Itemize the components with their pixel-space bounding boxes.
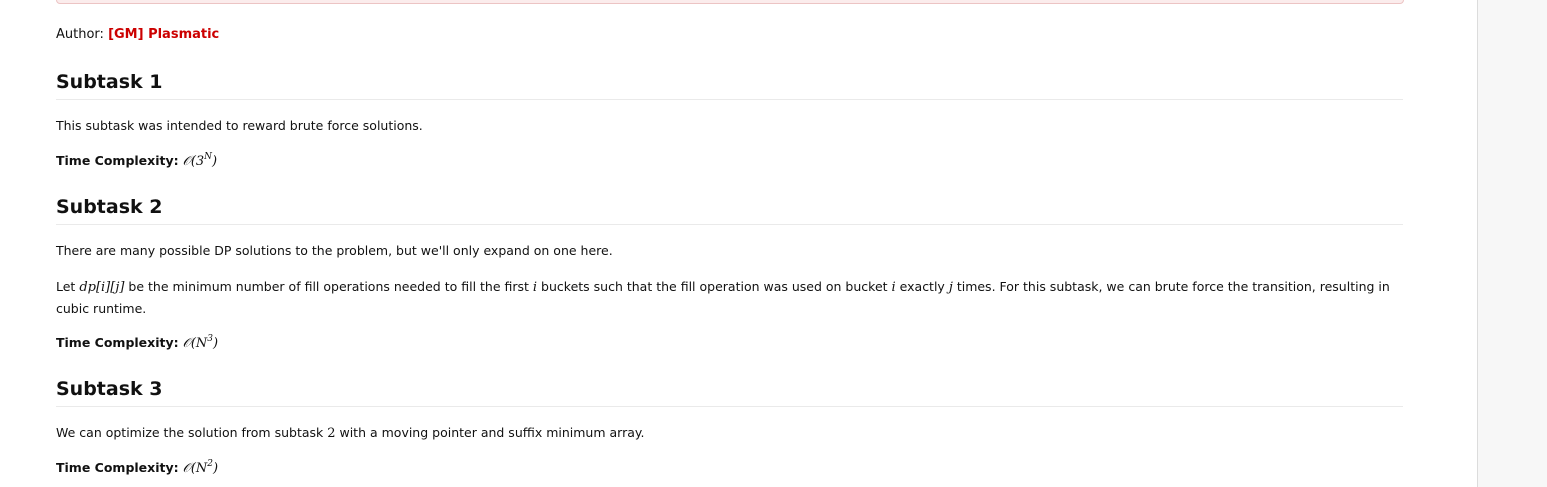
formula-close: ): [213, 461, 219, 476]
formula-base: 𝒪(3: [182, 154, 205, 169]
subtask-1-complexity: Time Complexity: 𝒪(3N): [56, 150, 1401, 172]
text-fragment: We can optimize the solution from subtas…: [56, 425, 328, 440]
text-fragment: exactly: [895, 279, 949, 294]
author-line: Author: [GM] Plasmatic: [56, 27, 219, 43]
subtask-1-heading: Subtask 1: [56, 70, 1403, 100]
complexity-formula: 𝒪(N3): [182, 335, 219, 352]
author-label: Author:: [56, 27, 104, 42]
text-fragment: be the minimum number of fill operations…: [124, 279, 533, 294]
subtask-2-complexity: Time Complexity: 𝒪(N3): [56, 332, 1401, 354]
subtask-2-text-1: There are many possible DP solutions to …: [56, 243, 613, 258]
right-side-panel: [1477, 0, 1547, 487]
author-name-link[interactable]: [GM] Plasmatic: [108, 27, 219, 42]
text-fragment: Let: [56, 279, 80, 294]
complexity-formula: 𝒪(3N): [182, 152, 218, 170]
alert-box-bottom-edge: [56, 0, 1404, 4]
subtask-2-heading: Subtask 2: [56, 195, 1403, 225]
formula-base: 𝒪(N: [182, 336, 208, 351]
subtask-3-complexity: Time Complexity: 𝒪(N2): [56, 457, 1401, 479]
time-complexity-label: Time Complexity:: [56, 460, 179, 475]
time-complexity-label: Time Complexity:: [56, 153, 179, 168]
text-fragment: buckets such that the fill operation was…: [537, 279, 892, 294]
formula-close: ): [213, 336, 219, 351]
formula-close: ): [212, 154, 218, 169]
editorial-page: Author: [GM] Plasmatic Subtask 1 This su…: [0, 0, 1547, 487]
math-number: 2: [327, 426, 336, 441]
complexity-formula: 𝒪(N2): [182, 460, 219, 477]
subtask-3-text: We can optimize the solution from subtas…: [56, 422, 1401, 444]
formula-base: 𝒪(N: [182, 461, 208, 476]
math-dp: dp[i][j]: [79, 280, 125, 295]
subtask-3-heading: Subtask 3: [56, 377, 1403, 407]
subtask-2-text-2: Let dp[i][j] be the minimum number of fi…: [56, 276, 1401, 319]
formula-exponent: N: [204, 152, 213, 162]
subtask-1-text: This subtask was intended to reward brut…: [56, 118, 423, 133]
time-complexity-label: Time Complexity:: [56, 335, 179, 350]
text-fragment: with a moving pointer and suffix minimum…: [335, 425, 645, 440]
